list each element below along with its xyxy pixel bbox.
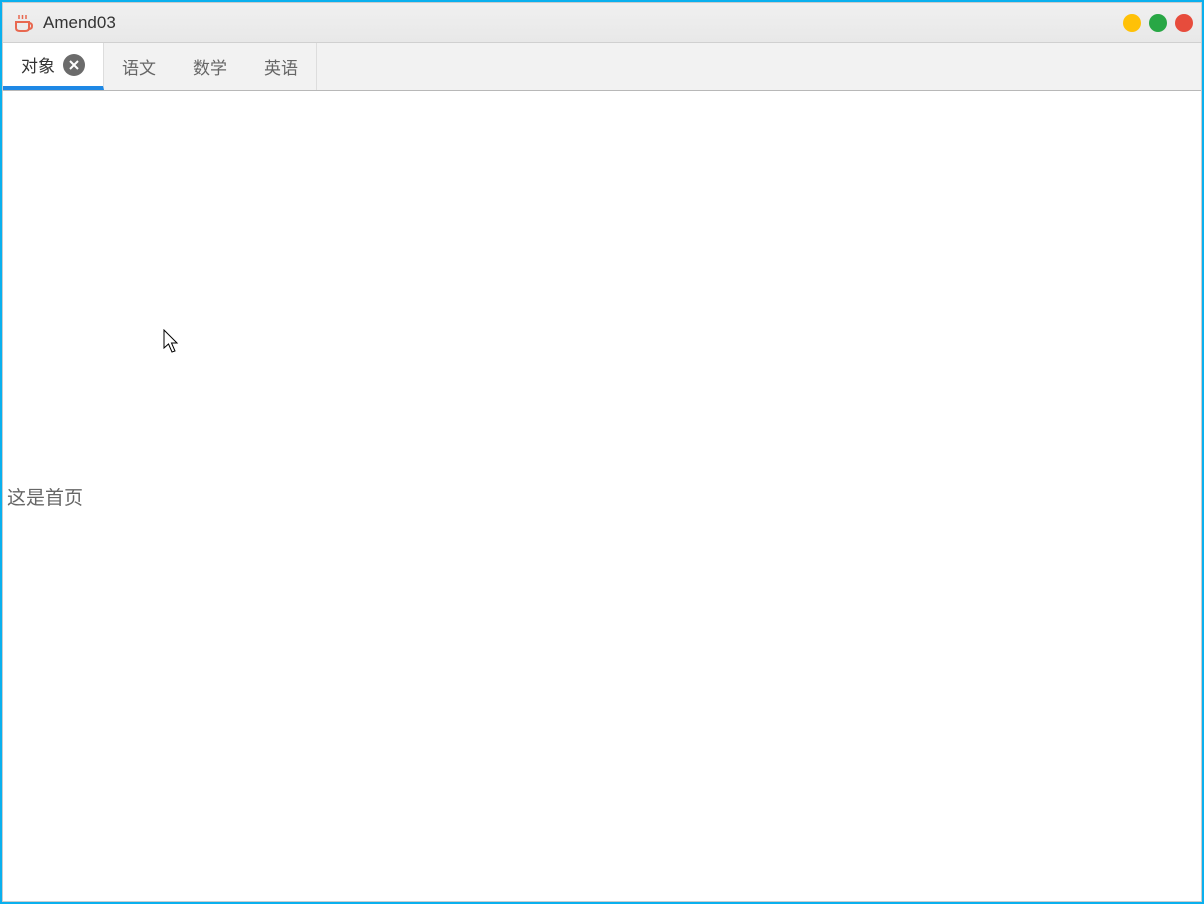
app-icon <box>11 11 35 35</box>
close-window-button[interactable] <box>1175 14 1193 32</box>
close-tab-icon[interactable] <box>63 54 85 76</box>
window-controls <box>1123 14 1193 32</box>
window-title: Amend03 <box>43 13 1123 33</box>
cursor-icon <box>163 329 183 355</box>
tab-chinese[interactable]: 语文 <box>104 43 175 90</box>
minimize-button[interactable] <box>1123 14 1141 32</box>
tab-bar: 对象 语文 数学 英语 <box>3 43 1201 91</box>
content-area: 这是首页 <box>3 91 1201 901</box>
tab-label: 数学 <box>193 54 227 79</box>
tab-math[interactable]: 数学 <box>175 43 246 90</box>
tab-english[interactable]: 英语 <box>246 43 317 90</box>
tab-label: 对象 <box>21 52 55 77</box>
tab-label: 语文 <box>122 54 156 79</box>
maximize-button[interactable] <box>1149 14 1167 32</box>
application-window: Amend03 对象 语文 数学 英语 这是首页 <box>2 2 1202 902</box>
tab-object[interactable]: 对象 <box>3 43 104 90</box>
home-page-text: 这是首页 <box>3 483 83 510</box>
tab-label: 英语 <box>264 54 298 79</box>
titlebar: Amend03 <box>3 3 1201 43</box>
